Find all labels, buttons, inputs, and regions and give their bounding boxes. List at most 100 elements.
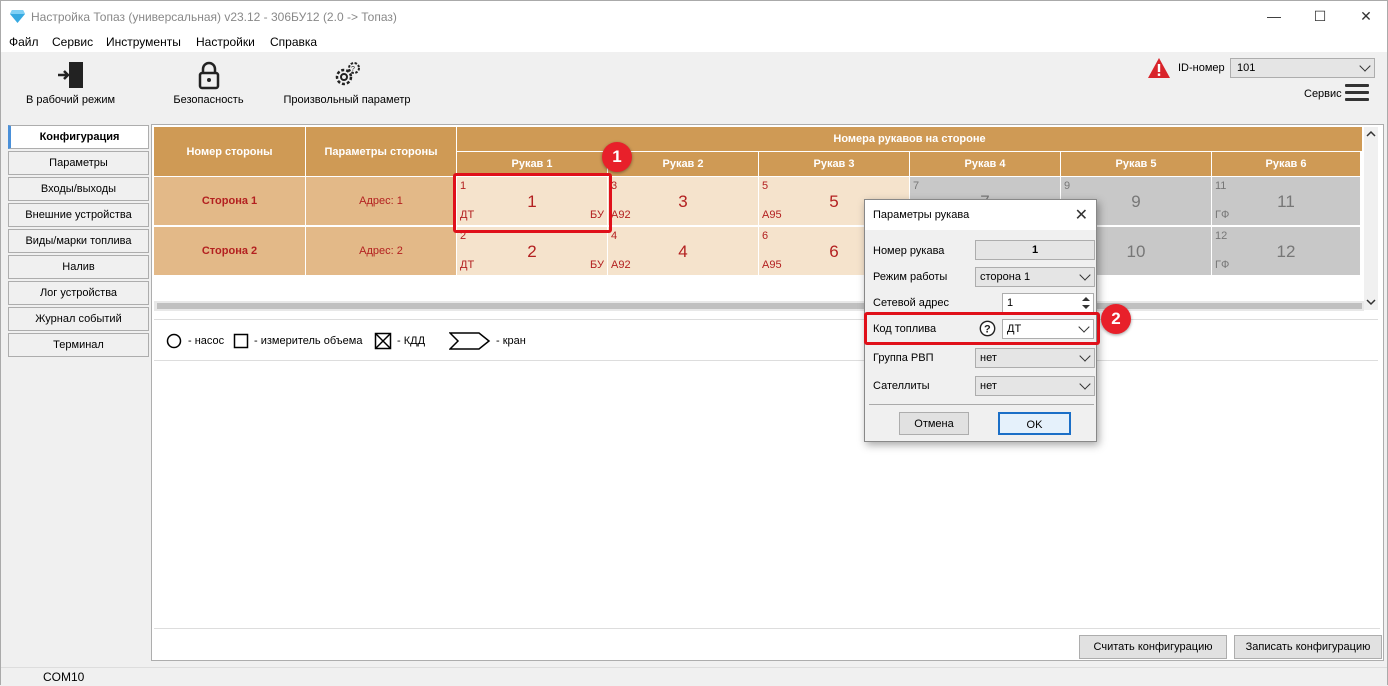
status-bar: COM10	[1, 667, 1387, 686]
tab-io[interactable]: Входы/выходы	[8, 177, 149, 201]
hose-cell-fuel: ДТ	[460, 259, 475, 271]
security-button[interactable]: Безопасность	[166, 60, 251, 106]
write-config-button[interactable]: Записать конфигурацию	[1234, 635, 1382, 659]
legend-valve: - кран	[496, 335, 526, 347]
id-number-label: ID-номер	[1178, 62, 1225, 74]
step-badge-2: 2	[1101, 304, 1131, 334]
id-number-value: 101	[1237, 62, 1256, 74]
hose-cell-big: 12	[1276, 242, 1296, 261]
header-side-number: Номер стороны	[154, 127, 306, 177]
tab-terminal[interactable]: Терминал	[8, 333, 149, 357]
kdd-valve-icon	[374, 332, 392, 350]
nozzle-arrow-icon	[449, 332, 491, 350]
menu-file[interactable]: Файл	[9, 35, 39, 49]
highlight-fuel-code	[864, 312, 1100, 345]
cancel-button[interactable]: Отмена	[899, 412, 969, 435]
dialog-header: Параметры рукава ✕	[865, 200, 1096, 230]
menu-tools[interactable]: Инструменты	[106, 35, 181, 49]
hose-cell[interactable]: 11 11 ГФ	[1212, 177, 1361, 227]
net-address-input[interactable]: 1	[1002, 293, 1094, 313]
rvp-group-label: Группа РВП	[873, 352, 934, 364]
legend-kdd: - КДД	[397, 335, 426, 347]
menu-bar: Файл Сервис Инструменты Настройки Справк…	[1, 32, 1387, 52]
hose-cell-n: 11	[1215, 180, 1227, 192]
warning-icon[interactable]	[1147, 57, 1171, 79]
title-bar: Настройка Топаз (универсальная) v23.12 -…	[1, 1, 1387, 32]
tab-external-devices[interactable]: Внешние устройства	[8, 203, 149, 227]
diamond-icon	[10, 10, 25, 23]
tab-configuration[interactable]: Конфигурация	[8, 125, 149, 149]
meter-square-icon	[233, 333, 249, 349]
side-address-cell[interactable]: Адрес: 2	[306, 227, 457, 277]
spinner-arrows-icon[interactable]	[1081, 295, 1091, 311]
hose-cell[interactable]: 12 12 ГФ	[1212, 227, 1361, 277]
legend-pump: - насос	[188, 335, 225, 347]
work-mode-button[interactable]: В рабочий режим	[23, 60, 118, 106]
pump-circle-icon	[166, 333, 182, 349]
custom-param-label: Произвольный параметр	[283, 94, 411, 106]
svg-text:?: ?	[351, 66, 355, 73]
tab-filling[interactable]: Налив	[8, 255, 149, 279]
horizontal-scrollbar[interactable]	[154, 301, 1364, 311]
scroll-down-icon[interactable]	[1364, 297, 1378, 307]
highlight-hose-1	[453, 173, 612, 233]
hamburger-menu-icon[interactable]	[1345, 84, 1369, 102]
read-config-button[interactable]: Считать конфигурацию	[1079, 635, 1227, 659]
chevron-down-icon	[1079, 350, 1091, 362]
side-address-cell[interactable]: Адрес: 1	[306, 177, 457, 227]
tab-parameters[interactable]: Параметры	[8, 151, 149, 175]
vertical-scrollbar[interactable]	[1364, 127, 1378, 310]
mode-select[interactable]: сторона 1	[975, 267, 1095, 287]
dialog-separator	[869, 404, 1094, 405]
chevron-down-icon	[1359, 60, 1371, 72]
net-address-label: Сетевой адрес	[873, 297, 950, 309]
close-button[interactable]: ✕	[1343, 1, 1388, 32]
hose-cell[interactable]: 3 3 А92	[608, 177, 759, 227]
hose-cell-n: 4	[611, 230, 618, 242]
window-title: Настройка Топаз (универсальная) v23.12 -…	[31, 10, 397, 24]
exit-door-icon	[57, 62, 83, 88]
tab-fuel-types[interactable]: Виды/марки топлива	[8, 229, 149, 253]
lock-icon	[198, 61, 219, 90]
custom-param-button[interactable]: ? Произвольный параметр	[281, 60, 413, 106]
hose-number-field: 1	[975, 240, 1095, 260]
id-number-select[interactable]: 101	[1230, 58, 1375, 78]
hose-cell[interactable]: 4 4 А92	[608, 227, 759, 277]
minimize-button[interactable]: —	[1251, 1, 1297, 32]
rvp-group-select[interactable]: нет	[975, 348, 1095, 368]
hose-cell-n: 6	[762, 230, 769, 242]
hose-cell-big: 11	[1277, 192, 1295, 211]
tab-event-journal[interactable]: Журнал событий	[8, 307, 149, 331]
work-mode-label: В рабочий режим	[25, 94, 116, 106]
tab-device-log[interactable]: Лог устройства	[8, 281, 149, 305]
chevron-down-icon	[1079, 378, 1091, 390]
satellites-label: Сателлиты	[873, 380, 930, 392]
hose-cell-n: 7	[913, 180, 920, 192]
hose-grid: Номер стороны Параметры стороны Номера р…	[154, 127, 1378, 313]
satellites-select[interactable]: нет	[975, 376, 1095, 396]
menu-settings[interactable]: Настройки	[196, 35, 255, 49]
menu-help[interactable]: Справка	[270, 35, 317, 49]
ok-button[interactable]: OK	[998, 412, 1071, 435]
service-label: Сервис	[1304, 88, 1342, 100]
side-cell[interactable]: Сторона 2	[154, 227, 306, 277]
rvp-group-value: нет	[980, 352, 997, 364]
menu-service[interactable]: Сервис	[52, 35, 93, 49]
header-hose-6: Рукав 6	[1212, 152, 1361, 177]
maximize-button[interactable]: ☐	[1297, 1, 1343, 32]
side-cell[interactable]: Сторона 1	[154, 177, 306, 227]
hose-cell[interactable]: 2 2 ДТ БУ	[457, 227, 608, 277]
hose-cell-fuel: А95	[762, 259, 782, 271]
toolbar: В рабочий режим Безопасность ? Произволь…	[1, 52, 1387, 120]
net-address-value: 1	[1007, 297, 1014, 309]
scroll-up-icon[interactable]	[1364, 129, 1378, 139]
hose-cell-n: 12	[1215, 230, 1228, 242]
hose-cell-cnt: БУ	[590, 259, 604, 271]
legend-bar: - насос - измеритель объема - КДД - кран	[154, 319, 1378, 361]
header-side-params: Параметры стороны	[306, 127, 457, 177]
dialog-close-icon[interactable]: ✕	[1075, 205, 1088, 225]
hose-cell-big: 2	[527, 242, 537, 261]
mode-value: сторона 1	[980, 271, 1031, 283]
header-hose-5: Рукав 5	[1061, 152, 1212, 177]
mode-label: Режим работы	[873, 271, 948, 283]
